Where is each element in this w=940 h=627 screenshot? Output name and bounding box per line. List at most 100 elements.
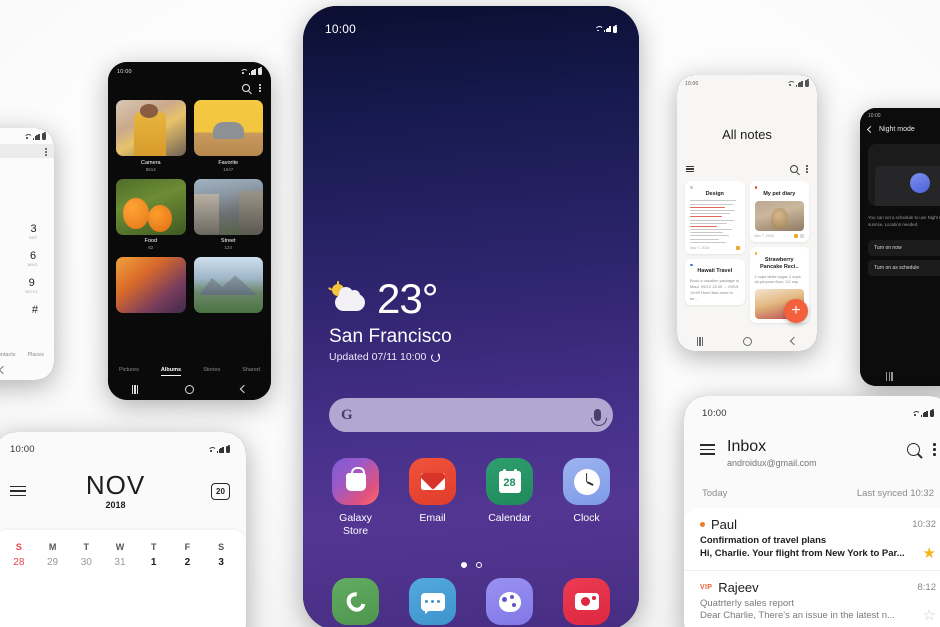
option-turn-on-as-scheduled[interactable]: Turn on as schedule <box>868 260 940 276</box>
album-name: Food <box>144 238 158 244</box>
gallery-actions <box>242 84 261 92</box>
search-icon[interactable] <box>907 443 921 456</box>
calendar-date[interactable]: 29 <box>36 557 70 568</box>
note-card[interactable]: Design Nov 7, 2018 <box>685 181 745 254</box>
status-time: 10:00 <box>702 408 727 419</box>
tab-shared[interactable]: Shared <box>242 367 260 376</box>
dock-app-contacts[interactable] <box>471 578 548 625</box>
dialer-tabs: Contacts Places <box>0 352 54 358</box>
search-icon[interactable] <box>242 84 251 92</box>
option-turn-on-now[interactable]: Turn on now <box>868 240 940 256</box>
search-input[interactable]: G <box>329 398 613 432</box>
calendar-month: NOV <box>85 470 146 500</box>
calendar-date-badge: 28 <box>498 468 521 493</box>
app-galaxy-store[interactable]: Galaxy Store <box>317 458 394 537</box>
gallery-nav-bar <box>108 378 271 400</box>
more-options-icon[interactable] <box>933 443 936 456</box>
today-badge[interactable]: 20 <box>211 482 230 500</box>
tab-albums[interactable]: Albums <box>160 367 182 376</box>
calendar-date[interactable]: 30 <box>69 557 103 568</box>
home-nav-icon[interactable] <box>742 336 752 346</box>
recents-nav-icon[interactable] <box>886 371 893 381</box>
hamburger-menu-icon[interactable] <box>686 165 694 173</box>
search-icon[interactable] <box>790 165 799 173</box>
app-clock[interactable]: Clock <box>548 458 625 537</box>
note-card[interactable]: Hawaii Travel Book a vacation package to… <box>685 258 745 306</box>
dock-app-messages[interactable] <box>394 578 471 625</box>
calendar-date[interactable]: 2 <box>171 557 205 568</box>
hamburger-menu-icon[interactable] <box>700 444 715 455</box>
weather-widget[interactable]: 23° San Francisco Updated 07/11 10:00 <box>327 275 452 363</box>
note-title: Strawberry Pancake Reci.. <box>759 256 799 270</box>
calendar-date[interactable]: 28 <box>2 557 36 568</box>
email-row[interactable]: VIP Rajeev 8:12 Quatrterly sales report … <box>684 569 940 627</box>
tab-pictures[interactable]: Pictures <box>119 367 139 376</box>
recents-nav-icon[interactable] <box>131 384 139 394</box>
album-item[interactable]: Food 82 <box>116 178 186 250</box>
more-options-icon[interactable] <box>259 84 261 92</box>
calendar-date[interactable]: 1 <box>137 557 171 568</box>
recents-nav-icon[interactable] <box>696 336 704 346</box>
home-nav-icon[interactable] <box>185 384 195 394</box>
phone-home-screen: 10:00 23° San Francisco Updated 07/11 10… <box>303 6 639 627</box>
night-mode-screen: 10:00 Night mode You can set a schedule … <box>860 108 940 386</box>
calendar-date[interactable]: 31 <box>103 557 137 568</box>
email-screen: 10:00 Inbox androidux@gmail.com Today La… <box>684 396 940 627</box>
email-row[interactable]: Paul 10:32 Confirmation of travel plans … <box>684 508 940 570</box>
back-nav-icon[interactable] <box>0 365 8 375</box>
dock-app-phone[interactable] <box>317 578 394 625</box>
dialpad-key[interactable]: # <box>32 305 38 316</box>
dialpad-key[interactable]: 9 WXYZ <box>25 278 38 295</box>
refresh-icon[interactable] <box>431 352 441 362</box>
album-item[interactable]: Camera 8514 <box>116 100 186 172</box>
night-mode-preview <box>868 144 940 206</box>
dialpad-key[interactable]: 3 DEF <box>29 224 38 241</box>
calendar-year: 2018 <box>105 500 126 510</box>
section-label: Today <box>702 488 728 499</box>
calendar-date[interactable]: 3 <box>204 557 238 568</box>
dialer-tab-contacts[interactable]: Contacts <box>0 352 15 358</box>
album-item[interactable] <box>116 257 186 313</box>
album-name: Camera <box>140 159 161 166</box>
note-body: Book a vacation package to Maui. 09/13 1… <box>690 278 740 301</box>
tab-stories[interactable]: Stories <box>203 367 220 376</box>
phone-gallery: 10:00 Camera 8514 Favorite 1947 Food 82 … <box>108 62 271 400</box>
star-icon[interactable]: ★ <box>923 546 936 561</box>
page-dot-active[interactable] <box>460 562 467 568</box>
night-mode-preview-orb <box>909 172 930 193</box>
hamburger-menu-icon[interactable] <box>10 485 26 497</box>
email-list: Paul 10:32 Confirmation of travel plans … <box>684 508 940 627</box>
dialer-keypad[interactable]: 3 DEF 6 MNO 9 WXYZ # <box>0 224 54 316</box>
album-item[interactable]: Street 124 <box>193 178 263 250</box>
app-calendar[interactable]: 28 Calendar <box>471 458 548 537</box>
note-card[interactable]: My pet diary Nov 7, 2018 <box>749 181 809 243</box>
star-icon[interactable]: ☆ <box>923 608 936 623</box>
phone-calendar: 10:00 NOV 2018 20 S M T W T F S 28 29 30… <box>0 432 246 627</box>
add-note-button[interactable]: + <box>784 299 808 323</box>
note-image <box>754 201 804 232</box>
gallery-album-grid: Camera 8514 Favorite 1947 Food 82 Street… <box>116 100 263 313</box>
album-item[interactable]: Favorite 1947 <box>193 100 263 172</box>
back-nav-icon[interactable] <box>790 336 799 346</box>
more-options-icon[interactable] <box>45 148 47 156</box>
back-arrow-icon[interactable] <box>866 125 875 134</box>
app-email[interactable]: Email <box>394 458 471 537</box>
album-name: Street <box>220 238 236 244</box>
email-icon <box>409 458 456 505</box>
calendar-status-bar: 10:00 <box>10 444 230 455</box>
dialer-tab-places[interactable]: Places <box>27 352 44 358</box>
back-nav-icon[interactable] <box>240 384 249 394</box>
dialpad-key[interactable]: 6 MNO <box>28 251 38 268</box>
dock-app-camera[interactable] <box>548 578 625 625</box>
email-status-bar: 10:00 <box>702 408 934 419</box>
weather-updated-text: Updated 07/11 10:00 <box>329 351 427 363</box>
page-dot[interactable] <box>475 562 482 568</box>
weather-temperature: 23° <box>377 275 439 322</box>
day-header: W <box>115 542 125 552</box>
album-item[interactable] <box>193 257 263 313</box>
more-options-icon[interactable] <box>806 165 808 173</box>
microphone-icon[interactable] <box>590 409 607 426</box>
camera-icon <box>563 578 610 625</box>
note-handwriting-preview <box>690 200 740 243</box>
dialpad-letters: WXYZ <box>25 290 38 294</box>
